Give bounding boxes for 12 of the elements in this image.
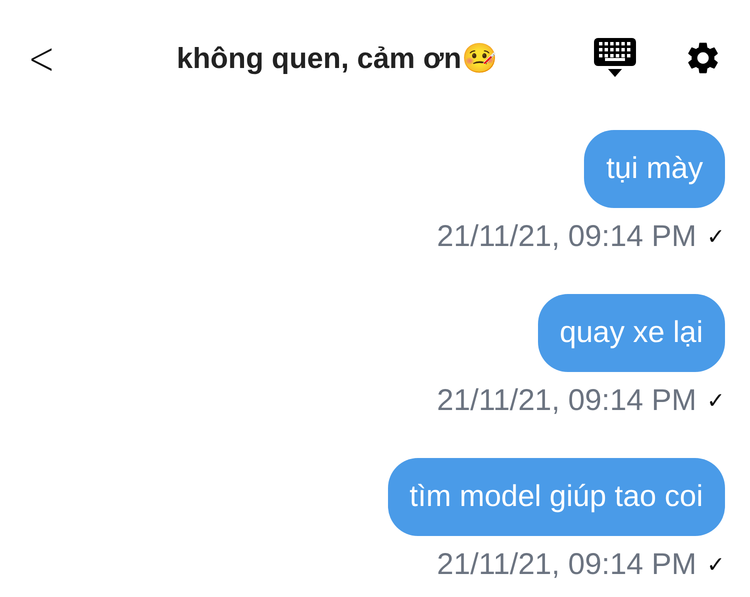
back-button[interactable]: <	[28, 31, 70, 85]
sent-check: ✓	[706, 552, 725, 578]
sent-check: ✓	[706, 388, 725, 414]
chat-title: không quen, cảm ơn🤒	[176, 42, 498, 76]
message-timestamp: 21/11/21, 09:14 PM	[436, 220, 697, 254]
keyboard-icon[interactable]	[594, 38, 636, 78]
message-bubble: tìm model giúp tao coi	[388, 458, 725, 536]
message-timestamp: 21/11/21, 09:14 PM	[436, 384, 697, 418]
message-timestamp: 21/11/21, 09:14 PM	[436, 548, 697, 582]
message-bubble: tụi mày	[584, 130, 725, 208]
sent-check: ✓	[706, 224, 725, 250]
message-bubble: quay xe lại	[538, 294, 725, 372]
